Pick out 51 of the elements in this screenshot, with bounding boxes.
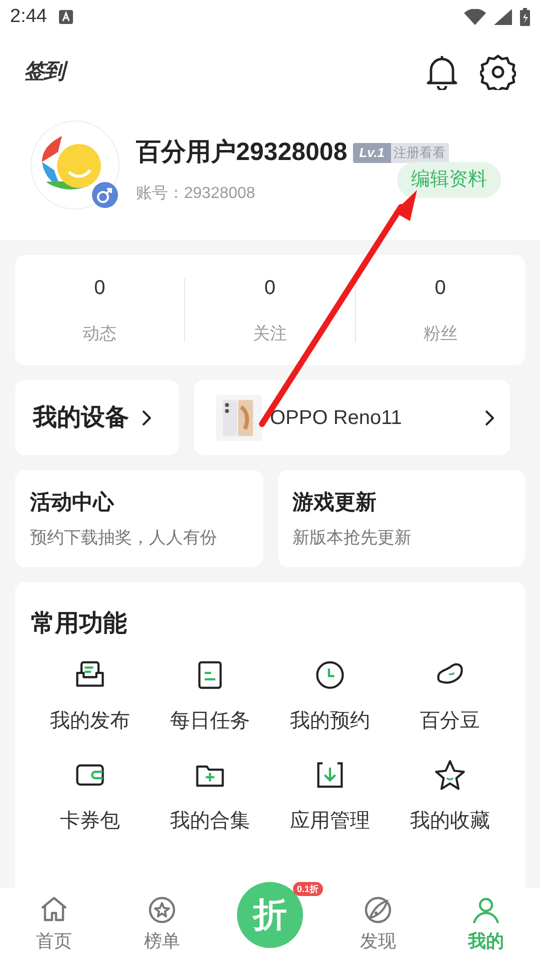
functions-title: 常用功能 — [30, 609, 128, 639]
chevron-right-icon — [484, 408, 494, 426]
function-label: 我的预约 — [290, 709, 370, 734]
stat-value[interactable]: 0 — [264, 273, 276, 304]
promo-subtitle: 预约下载抽奖，人人有份 — [30, 526, 218, 548]
function-item[interactable]: 每日任务 — [150, 658, 270, 736]
status-time: 2:44 — [10, 4, 47, 29]
settings-icon[interactable] — [480, 54, 516, 90]
function-item[interactable]: 卡券包 — [30, 758, 150, 836]
function-item[interactable]: 我的收藏 — [390, 758, 510, 836]
account-id: 账号：29328008 — [136, 184, 256, 204]
function-label: 我的收藏 — [410, 809, 490, 834]
male-gender-icon — [92, 182, 118, 208]
nav-tab[interactable]: 首页 — [0, 894, 108, 954]
nav-tab[interactable]: 榜单 — [108, 894, 216, 954]
function-label: 每日任务 — [170, 709, 250, 734]
level-label: Lv.1 — [353, 142, 391, 163]
device-card[interactable]: OPPO Reno11 — [194, 380, 510, 455]
clock-icon — [313, 658, 347, 692]
avatar[interactable] — [30, 120, 120, 210]
my-devices-title: 我的设备 — [33, 402, 129, 432]
stat-value[interactable]: 0 — [434, 273, 446, 304]
function-item[interactable]: 我的发布 — [30, 658, 150, 736]
function-item[interactable]: 我的预约 — [270, 658, 390, 736]
level-tag: 注册看看 — [390, 142, 449, 163]
function-item[interactable]: 应用管理 — [270, 758, 390, 836]
signal-icon — [494, 9, 512, 25]
stat-value[interactable]: 0 — [94, 273, 106, 304]
function-label: 我的合集 — [170, 809, 250, 834]
function-label: 我的发布 — [50, 709, 130, 734]
function-label: 卡券包 — [60, 809, 120, 834]
promo-title: 活动中心 — [30, 490, 116, 516]
function-item[interactable]: 我的合集 — [150, 758, 270, 836]
promo-card[interactable]: 游戏更新 新版本抢先更新 — [278, 470, 525, 567]
chevron-right-icon — [141, 408, 151, 426]
function-item[interactable]: 百分豆 — [390, 658, 510, 736]
battery-icon — [520, 8, 530, 26]
promo-subtitle: 新版本抢先更新 — [292, 526, 412, 548]
function-label: 应用管理 — [290, 809, 370, 834]
function-label: 百分豆 — [420, 709, 480, 734]
discount-badge: 0.1折 — [293, 882, 323, 896]
nav-tab[interactable]: 发现 — [324, 894, 432, 954]
star-icon — [433, 758, 467, 792]
user-name: 百分用户29328008 — [136, 137, 348, 168]
my-devices-card[interactable]: 我的设备 — [15, 380, 179, 455]
promo-title: 游戏更新 — [292, 490, 378, 516]
promo-card[interactable]: 活动中心 预约下载抽奖，人人有份 — [15, 470, 262, 567]
keyboard-icon — [58, 10, 73, 24]
notification-bell-icon[interactable] — [426, 54, 458, 90]
device-name: OPPO Reno11 — [270, 406, 403, 430]
wifi-icon — [464, 9, 486, 25]
